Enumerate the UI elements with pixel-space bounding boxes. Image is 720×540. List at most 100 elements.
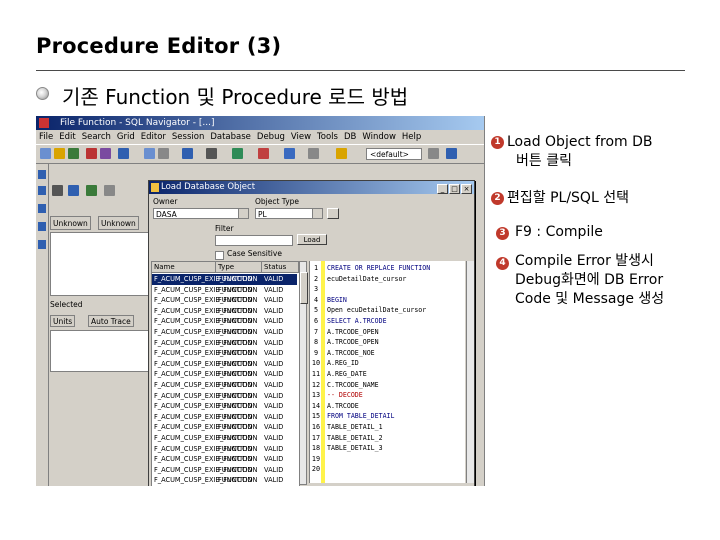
toolbar-window-icon[interactable]: [284, 148, 295, 159]
object-type-select[interactable]: PL: [255, 208, 323, 219]
annotation-text: Load Object from DB: [507, 134, 653, 150]
table-row[interactable]: F_ACUM_CUSP_EXIB_FUNCTION FUNCTION VALID: [152, 274, 297, 285]
table-row[interactable]: F_ACUM_CUSP_EXIB_FUNCTION FUNCTION VALID: [152, 348, 297, 359]
toolbar-new-icon[interactable]: [40, 148, 51, 159]
toolbar-open-icon[interactable]: [54, 148, 65, 159]
case-sensitive-checkbox[interactable]: [215, 251, 224, 260]
strip-tool-icon[interactable]: [38, 204, 46, 213]
table-row[interactable]: F_ACUM_CUSP_EXIB_FUNCTION FUNCTION VALID: [152, 295, 297, 306]
cell-type: FUNCTION: [218, 444, 253, 453]
table-row[interactable]: F_ACUM_CUSP_EXIB_FUNCTION FUNCTION VALID: [152, 465, 297, 476]
menu-item[interactable]: Edit: [56, 130, 78, 144]
code-editor[interactable]: CREATE OR REPLACE FUNCTION ecuDetailDate…: [325, 261, 465, 483]
table-row[interactable]: F_ACUM_CUSP_EXIB_FUNCTION FUNCTION VALID: [152, 380, 297, 391]
panel-tool-icon[interactable]: [104, 185, 115, 196]
cell-type: FUNCTION: [218, 423, 253, 432]
object-type-button[interactable]: [327, 208, 339, 219]
code-line: CREATE OR REPLACE FUNCTION: [327, 264, 431, 272]
table-row[interactable]: F_ACUM_CUSP_EXIB_FUNCTION FUNCTION VALID: [152, 369, 297, 380]
cell-status: VALID: [264, 391, 284, 400]
left-panel-tab[interactable]: Unknown: [98, 216, 139, 230]
toolbar-compile-icon[interactable]: [118, 148, 129, 159]
table-row[interactable]: F_ACUM_CUSP_EXIB_FUNCTION FUNCTION VALID: [152, 444, 297, 455]
close-icon[interactable]: ×: [461, 184, 472, 194]
table-row[interactable]: F_ACUM_CUSP_EXIB_FUNCTION FUNCTION VALID: [152, 412, 297, 423]
cell-type: FUNCTION: [218, 381, 253, 389]
cell-type: FUNCTION: [218, 465, 253, 474]
toolbar-session-icon[interactable]: [336, 148, 347, 159]
cell-status: VALID: [264, 285, 284, 294]
table-row[interactable]: F_ACUM_CUSP_EXIB_FUNCTION FUNCTION VALID: [152, 422, 297, 433]
menu-item[interactable]: Tools: [314, 130, 341, 144]
left-panel-tree: [50, 232, 150, 296]
table-row[interactable]: F_ACUM_CUSP_EXIB_FUNCTION FUNCTION VALID: [152, 391, 297, 402]
minimize-icon[interactable]: _: [437, 184, 448, 194]
toolbar-save-icon[interactable]: [68, 148, 79, 159]
column-header-type[interactable]: Type: [216, 262, 262, 273]
session-combo[interactable]: <default>: [366, 148, 422, 160]
cell-type: FUNCTION: [218, 412, 253, 421]
column-header-status[interactable]: Status: [262, 262, 299, 273]
menu-item[interactable]: Search: [79, 130, 114, 144]
menu-item[interactable]: Grid: [114, 130, 138, 144]
table-row[interactable]: F_ACUM_CUSP_EXIB_FUNCTION FUNCTION VALID: [152, 359, 297, 370]
owner-label: Owner: [153, 197, 178, 206]
menu-item[interactable]: Session: [169, 130, 207, 144]
table-row[interactable]: F_ACUM_CUSP_EXIB_FUNCTION FUNCTION VALID: [152, 433, 297, 444]
toolbar-dropdown-icon[interactable]: [428, 148, 439, 159]
menu-item[interactable]: Help: [399, 130, 424, 144]
strip-tool-icon[interactable]: [38, 222, 46, 231]
annotation-text: Debug화면에 DB Error: [515, 272, 664, 288]
table-row[interactable]: F_ACUM_CUSP_EXIB_FUNCTION FUNCTION VALID: [152, 401, 297, 412]
table-row[interactable]: F_ACUM_CUSP_EXIB_FUNCTION FUNCTION VALID: [152, 316, 297, 327]
load-button[interactable]: Load: [297, 234, 327, 245]
cell-type: FUNCTION: [218, 434, 253, 442]
toolbar-step-icon[interactable]: [232, 148, 243, 159]
dialog-window-buttons: _ □ ×: [436, 183, 472, 196]
cell-type: FUNCTION: [218, 402, 253, 411]
cell-status: VALID: [264, 423, 284, 432]
strip-tool-icon[interactable]: [38, 170, 46, 179]
menu-item[interactable]: Debug: [254, 130, 288, 144]
editor-scrollbar[interactable]: [466, 261, 474, 483]
menu-item[interactable]: Editor: [138, 130, 169, 144]
cell-type: FUNCTION: [218, 370, 253, 379]
toolbar-undo-icon[interactable]: [308, 148, 319, 159]
toolbar-run-icon[interactable]: [86, 148, 97, 159]
app-title-bar: File Function - SQL Navigator - [...]: [36, 116, 484, 130]
left-panel-tab[interactable]: Units: [50, 315, 76, 327]
load-object-dialog: Load Database Object _ □ × Owner DASA Obje…: [148, 180, 475, 486]
table-row[interactable]: F_ACUM_CUSP_EXIB_FUNCTION FUNCTION VALID: [152, 306, 297, 317]
menu-item[interactable]: File: [36, 130, 56, 144]
left-panel-tab[interactable]: Unknown: [50, 216, 91, 230]
menu-item[interactable]: DB: [341, 130, 359, 144]
left-panel-tab[interactable]: Auto Trace: [88, 315, 134, 327]
menu-item[interactable]: Window: [359, 130, 399, 144]
toolbar-format-icon[interactable]: [206, 148, 217, 159]
table-row[interactable]: F_ACUM_CUSP_EXIB_FUNCTION FUNCTION VALID: [152, 454, 297, 465]
panel-tool-icon[interactable]: [52, 185, 63, 196]
column-header-name[interactable]: Name: [152, 262, 216, 273]
toolbar-help-icon[interactable]: [446, 148, 457, 159]
menu-item[interactable]: Database: [207, 130, 254, 144]
table-row[interactable]: F_ACUM_CUSP_EXIB_FUNCTION FUNCTION VALID: [152, 327, 297, 338]
toolbar-debug-icon[interactable]: [100, 148, 111, 159]
table-row[interactable]: F_ACUM_CUSP_EXIB_FUNCTION FUNCTION VALID: [152, 475, 297, 486]
panel-tool-icon[interactable]: [68, 185, 79, 196]
strip-tool-icon[interactable]: [38, 186, 46, 195]
toolbar-stop-icon[interactable]: [258, 148, 269, 159]
menu-item[interactable]: View: [288, 130, 314, 144]
owner-select[interactable]: DASA: [153, 208, 249, 219]
object-list[interactable]: Name Type Status F_ACUM_CUSP_EXIB_FUNCTI…: [151, 261, 300, 486]
maximize-icon[interactable]: □: [449, 184, 460, 194]
toolbar-copy-icon[interactable]: [158, 148, 169, 159]
object-list-scrollbar[interactable]: [299, 261, 308, 485]
toolbar-search-icon[interactable]: [182, 148, 193, 159]
panel-tool-icon[interactable]: [86, 185, 97, 196]
code-line: ecuDetailDate_cursor: [327, 274, 407, 283]
toolbar-cut-icon[interactable]: [144, 148, 155, 159]
filter-input[interactable]: [215, 235, 293, 246]
table-row[interactable]: F_ACUM_CUSP_EXIB_FUNCTION FUNCTION VALID: [152, 285, 297, 296]
table-row[interactable]: F_ACUM_CUSP_EXIB_FUNCTION FUNCTION VALID: [152, 338, 297, 349]
strip-tool-icon[interactable]: [38, 240, 46, 249]
